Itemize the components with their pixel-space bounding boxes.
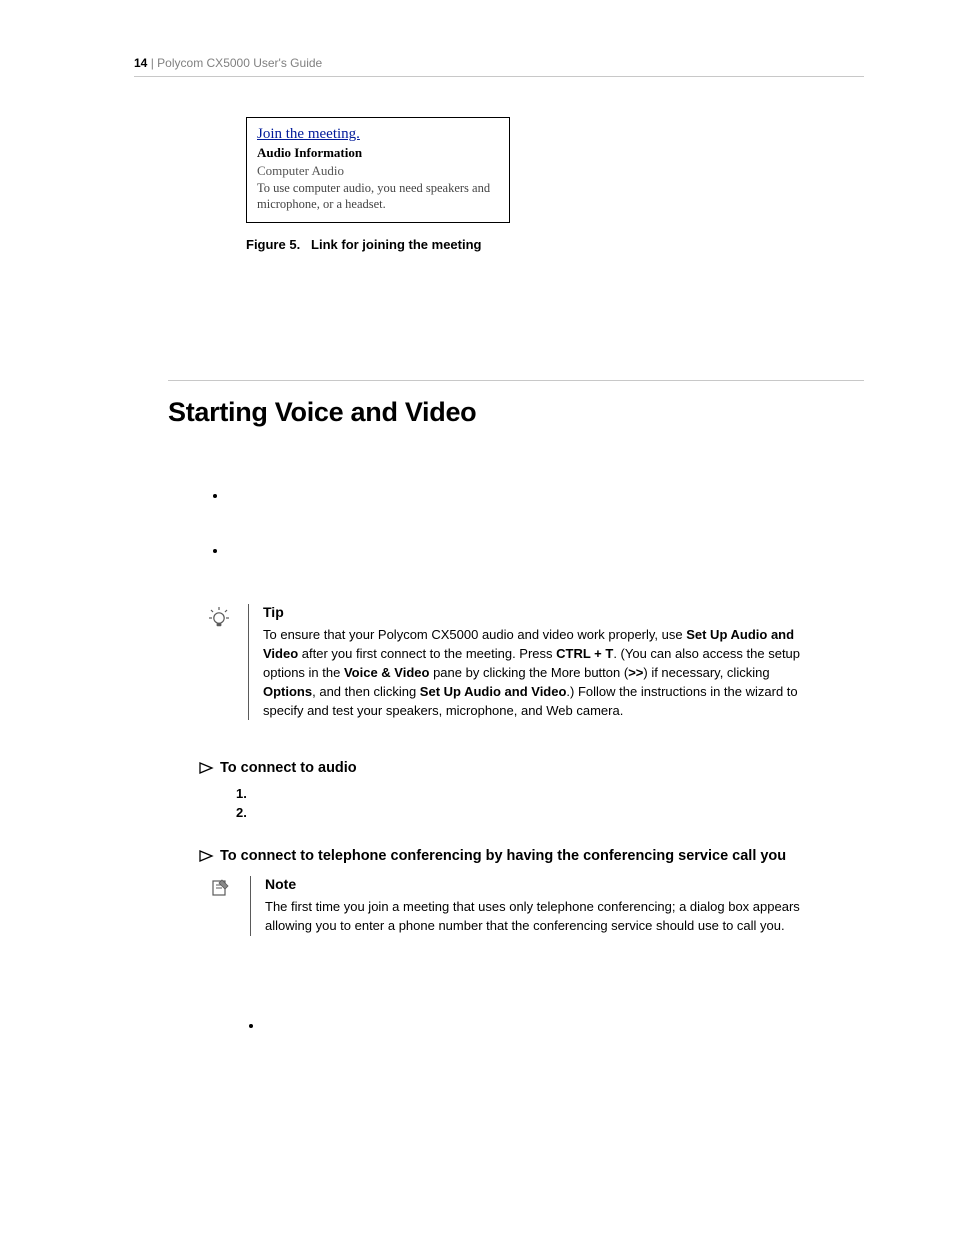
tip-text-2: after you first connect to the meeting. …	[298, 646, 556, 661]
note-label: Note	[265, 876, 804, 892]
tip-text-1: To ensure that your Polycom CX5000 audio…	[263, 627, 686, 642]
tip-icon	[208, 604, 244, 720]
note-separator	[250, 876, 251, 936]
procedure-audio: To connect to audio	[198, 760, 864, 776]
tip-text-5: ) if necessary, clicking	[643, 665, 769, 680]
intro-bullet-1	[228, 488, 864, 503]
document-page: 14 | Polycom CX5000 User's Guide Join th…	[0, 0, 954, 1235]
tip-content: Tip To ensure that your Polycom CX5000 a…	[263, 604, 864, 720]
figure-body-text: To use computer audio, you need speakers…	[257, 181, 499, 212]
procedure-telephone: To connect to telephone conferencing by …	[198, 848, 864, 864]
tip-bold-2: CTRL + T	[556, 646, 613, 661]
trailing-bullet-1	[264, 1018, 864, 1033]
tip-bold-6: Set Up Audio and Video	[420, 684, 567, 699]
header-sep: |	[151, 56, 154, 70]
section-divider	[168, 380, 864, 381]
trailing-bullet-list	[244, 1018, 864, 1033]
procedure-audio-step-2: 2.	[236, 805, 864, 820]
procedure-audio-step-1: 1.	[236, 786, 864, 801]
figure-caption-text: Link for joining the meeting	[311, 237, 481, 252]
note-callout: Note The first time you join a meeting t…	[210, 876, 864, 936]
audio-info-label: Audio Information	[257, 145, 499, 161]
note-content: Note The first time you join a meeting t…	[265, 876, 864, 936]
intro-bullet-2	[228, 543, 864, 558]
running-header: 14 | Polycom CX5000 User's Guide	[134, 56, 864, 77]
procedure-audio-title: To connect to audio	[220, 760, 357, 776]
tip-bold-3: Voice & Video	[344, 665, 430, 680]
tip-label: Tip	[263, 604, 824, 620]
computer-audio-label: Computer Audio	[257, 163, 499, 179]
page-number: 14	[134, 56, 147, 70]
procedure-audio-steps: 1. 2.	[236, 786, 864, 820]
tip-body: To ensure that your Polycom CX5000 audio…	[263, 626, 824, 720]
procedure-telephone-title: To connect to telephone conferencing by …	[220, 848, 786, 864]
figure-container: Join the meeting. Audio Information Comp…	[246, 117, 864, 223]
join-meeting-link[interactable]: Join the meeting.	[257, 126, 499, 143]
tip-text-4: pane by clicking the More button (	[429, 665, 628, 680]
tip-separator	[248, 604, 249, 720]
tip-bold-4: >>	[628, 665, 643, 680]
note-body: The first time you join a meeting that u…	[265, 898, 804, 936]
arrow-icon	[198, 760, 220, 775]
note-icon	[210, 876, 246, 936]
tip-text-6: , and then clicking	[312, 684, 420, 699]
section-heading: Starting Voice and Video	[168, 397, 864, 428]
figure-box: Join the meeting. Audio Information Comp…	[246, 117, 510, 223]
figure-caption: Figure 5. Link for joining the meeting	[246, 237, 864, 252]
arrow-icon	[198, 848, 220, 863]
doc-title: Polycom CX5000 User's Guide	[157, 56, 322, 70]
intro-bullet-list	[208, 488, 864, 558]
tip-bold-5: Options	[263, 684, 312, 699]
figure-caption-prefix: Figure 5.	[246, 237, 300, 252]
tip-callout: Tip To ensure that your Polycom CX5000 a…	[208, 604, 864, 720]
